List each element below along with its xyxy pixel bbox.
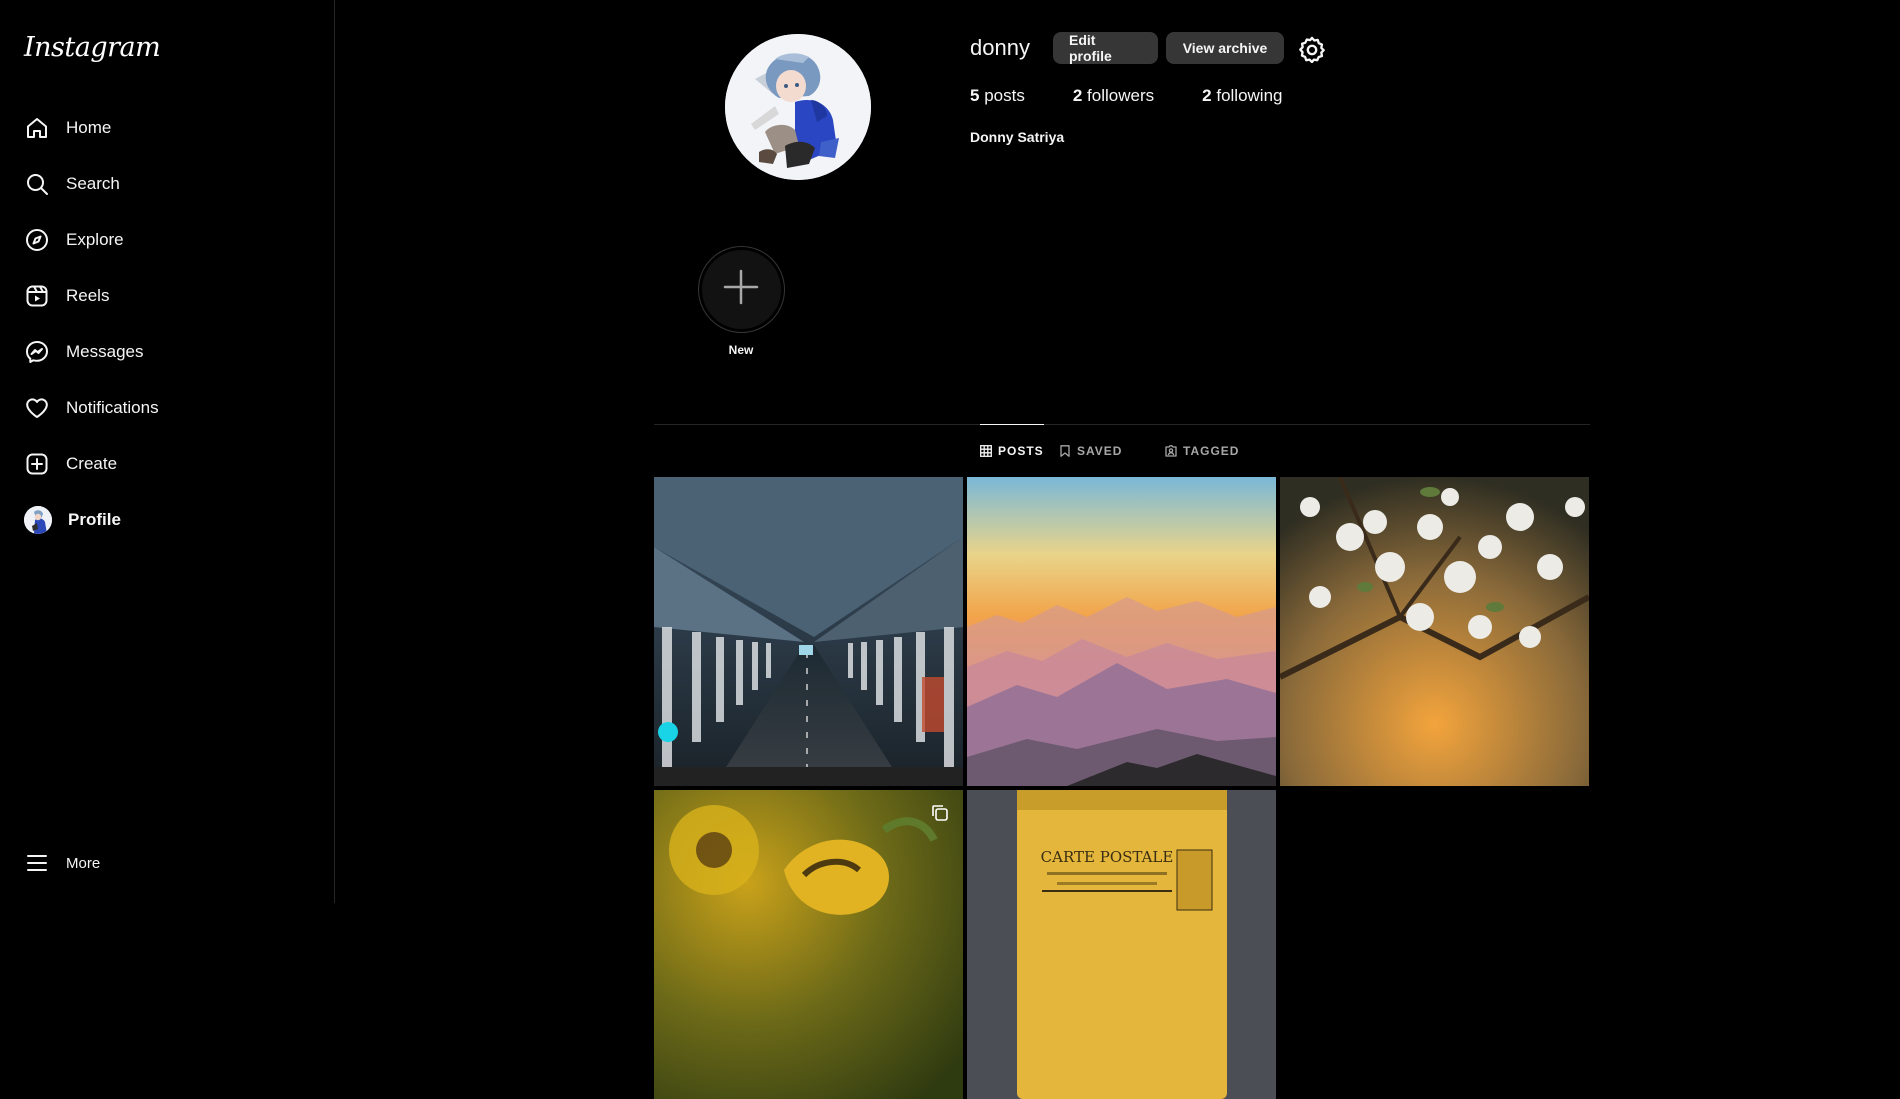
highlight-label: New	[728, 343, 754, 357]
post-thumbnail[interactable]: CARTE POSTALE	[967, 790, 1276, 1099]
followers-count: 2	[1072, 86, 1083, 105]
search-icon	[24, 171, 50, 197]
sidebar-item-home[interactable]: Home	[0, 100, 335, 156]
tab-posts[interactable]: POSTS	[980, 424, 1044, 477]
sidebar-item-label: Profile	[68, 510, 121, 529]
plus-icon	[721, 267, 761, 312]
grid-icon	[980, 445, 992, 457]
profile-tabs: POSTS SAVED TAGGED	[654, 424, 1590, 477]
followers-label: followers	[1087, 86, 1155, 105]
sidebar-item-reels[interactable]: Reels	[0, 268, 335, 324]
tab-tagged[interactable]: TAGGED	[1165, 424, 1239, 477]
sidebar-item-messages[interactable]: Messages	[0, 324, 335, 380]
posts-count: 5	[970, 86, 980, 105]
sidebar-item-label: Create	[66, 454, 118, 473]
post-thumbnail[interactable]	[654, 477, 963, 786]
sidebar-item-explore[interactable]: Explore	[0, 212, 335, 268]
plus-square-icon	[24, 451, 50, 477]
profile-stats: 5 posts 2 followers 2 following	[970, 86, 1331, 106]
edit-profile-button[interactable]: Edit profile	[1053, 32, 1158, 64]
sidebar-item-label: Messages	[66, 342, 144, 361]
following-count: 2	[1202, 86, 1212, 105]
view-archive-button[interactable]: View archive	[1166, 32, 1284, 64]
sidebar-item-label: Explore	[66, 230, 124, 249]
messenger-icon	[24, 339, 50, 365]
sidebar: Instagram Home Search Explore Reels Mess…	[0, 0, 335, 903]
sidebar-item-label: Search	[66, 174, 120, 193]
following-stat[interactable]: 2 following	[1202, 86, 1282, 106]
posts-label: posts	[984, 86, 1025, 105]
home-icon	[24, 115, 50, 141]
highlight-ring	[697, 246, 785, 333]
sidebar-item-label: Notifications	[66, 398, 159, 417]
carte-postale-text: CARTE POSTALE	[1041, 848, 1174, 866]
compass-icon	[24, 227, 50, 253]
tab-label: TAGGED	[1183, 443, 1240, 458]
heart-icon	[24, 395, 50, 421]
highlight-inner	[701, 250, 781, 329]
sidebar-item-label: Reels	[66, 286, 110, 305]
multiple-posts-icon	[931, 804, 949, 822]
sidebar-item-create[interactable]: Create	[0, 436, 335, 492]
tag-user-icon	[1165, 444, 1177, 457]
tab-label: SAVED	[1077, 443, 1123, 458]
bookmark-icon	[1059, 444, 1071, 457]
profile-full-name: Donny Satriya	[970, 129, 1065, 145]
sidebar-item-notifications[interactable]: Notifications	[0, 380, 335, 436]
posts-stat: 5 posts	[970, 86, 1025, 106]
tab-saved[interactable]: SAVED	[1059, 424, 1122, 477]
tab-label: POSTS	[998, 444, 1044, 458]
instagram-logo[interactable]: Instagram	[24, 32, 161, 63]
hamburger-menu-icon	[24, 850, 50, 876]
more-label: More	[66, 854, 101, 872]
profile-username: donny	[970, 35, 1030, 60]
post-thumbnail[interactable]	[654, 790, 963, 1099]
settings-gear-icon[interactable]	[1298, 35, 1326, 64]
sidebar-item-search[interactable]: Search	[0, 156, 335, 212]
avatar	[24, 506, 52, 534]
post-thumbnail[interactable]	[967, 477, 1276, 786]
post-thumbnail[interactable]	[1280, 477, 1589, 786]
profile-main: donny Edit profile View archive 5 posts …	[336, 0, 1900, 1099]
sidebar-item-profile[interactable]: Profile	[0, 492, 335, 548]
more-menu-button[interactable]: More	[0, 835, 100, 891]
profile-avatar[interactable]	[725, 34, 871, 180]
followers-stat[interactable]: 2 followers	[1073, 86, 1154, 106]
following-label: following	[1216, 86, 1283, 105]
reels-icon	[24, 283, 50, 309]
new-highlight-button[interactable]: New	[697, 246, 785, 357]
sidebar-nav: Home Search Explore Reels Messages Notif…	[0, 100, 335, 548]
sidebar-item-label: Home	[66, 118, 112, 137]
